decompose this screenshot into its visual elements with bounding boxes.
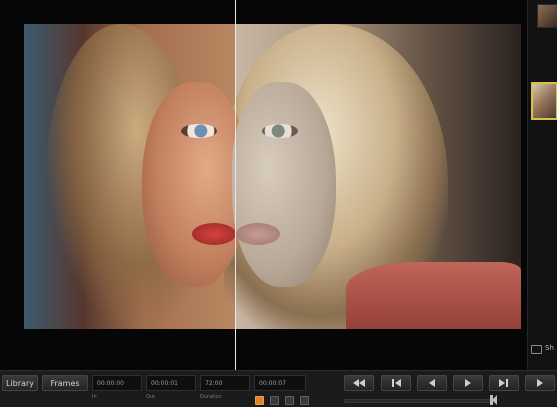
compare-split-line[interactable] (235, 0, 236, 370)
go-to-start-button[interactable] (381, 375, 411, 391)
skip-back-icon (395, 379, 401, 387)
compare-mode-split-button[interactable] (255, 396, 264, 405)
end-bar-icon (506, 379, 508, 387)
subject-eye-left (181, 124, 217, 138)
compare-mode-2-button[interactable] (270, 396, 279, 405)
out-timecode-field[interactable]: 00:00:01 (146, 375, 196, 391)
step-back-button[interactable] (417, 375, 447, 391)
volume-slider[interactable] (344, 399, 494, 403)
speaker-icon[interactable] (490, 395, 498, 405)
out-label: Out (146, 394, 156, 400)
subject-face-right (232, 82, 336, 287)
current-timecode-field[interactable]: 00:00:07 (254, 375, 306, 391)
video-viewer[interactable] (0, 0, 527, 370)
rewind-button[interactable] (344, 375, 374, 391)
subject-shirt (346, 262, 521, 329)
subject-lips-right (236, 223, 280, 245)
frames-button[interactable]: Frames (42, 375, 88, 391)
rewind-icon (359, 379, 365, 387)
clip-thumbnail[interactable] (537, 4, 557, 28)
bottom-toolbar: Library Frames 00:00:00 00:00:01 72:00 0… (0, 370, 557, 407)
in-timecode-field[interactable]: 00:00:00 (92, 375, 142, 391)
duration-timecode-field[interactable]: 72:00 (200, 375, 250, 391)
side-panel-label: Sh (545, 344, 554, 352)
duration-label: Duration (200, 394, 222, 400)
play-button[interactable] (453, 375, 483, 391)
viewer-frame (24, 24, 521, 329)
go-to-end-button[interactable] (489, 375, 519, 391)
in-label: In (92, 394, 97, 400)
start-bar-icon (392, 379, 394, 387)
library-button[interactable]: Library (2, 375, 38, 391)
subject-lips-left (192, 223, 236, 245)
clip-thumbnail-selected[interactable] (531, 82, 557, 120)
compare-mode-3-button[interactable] (285, 396, 294, 405)
compare-mode-4-button[interactable] (300, 396, 309, 405)
thumbnail-strip: Sh (527, 0, 557, 370)
subject-face-left (142, 82, 246, 287)
subject-eye-right (262, 124, 298, 138)
fast-forward-icon (537, 379, 543, 387)
fast-forward-button[interactable] (525, 375, 555, 391)
skip-forward-icon (499, 379, 505, 387)
monitor-icon[interactable] (531, 345, 542, 354)
play-icon (465, 379, 471, 387)
app-window: Sh Library Frames 00:00:00 00:00:01 72:0… (0, 0, 557, 407)
step-back-icon (429, 379, 435, 387)
